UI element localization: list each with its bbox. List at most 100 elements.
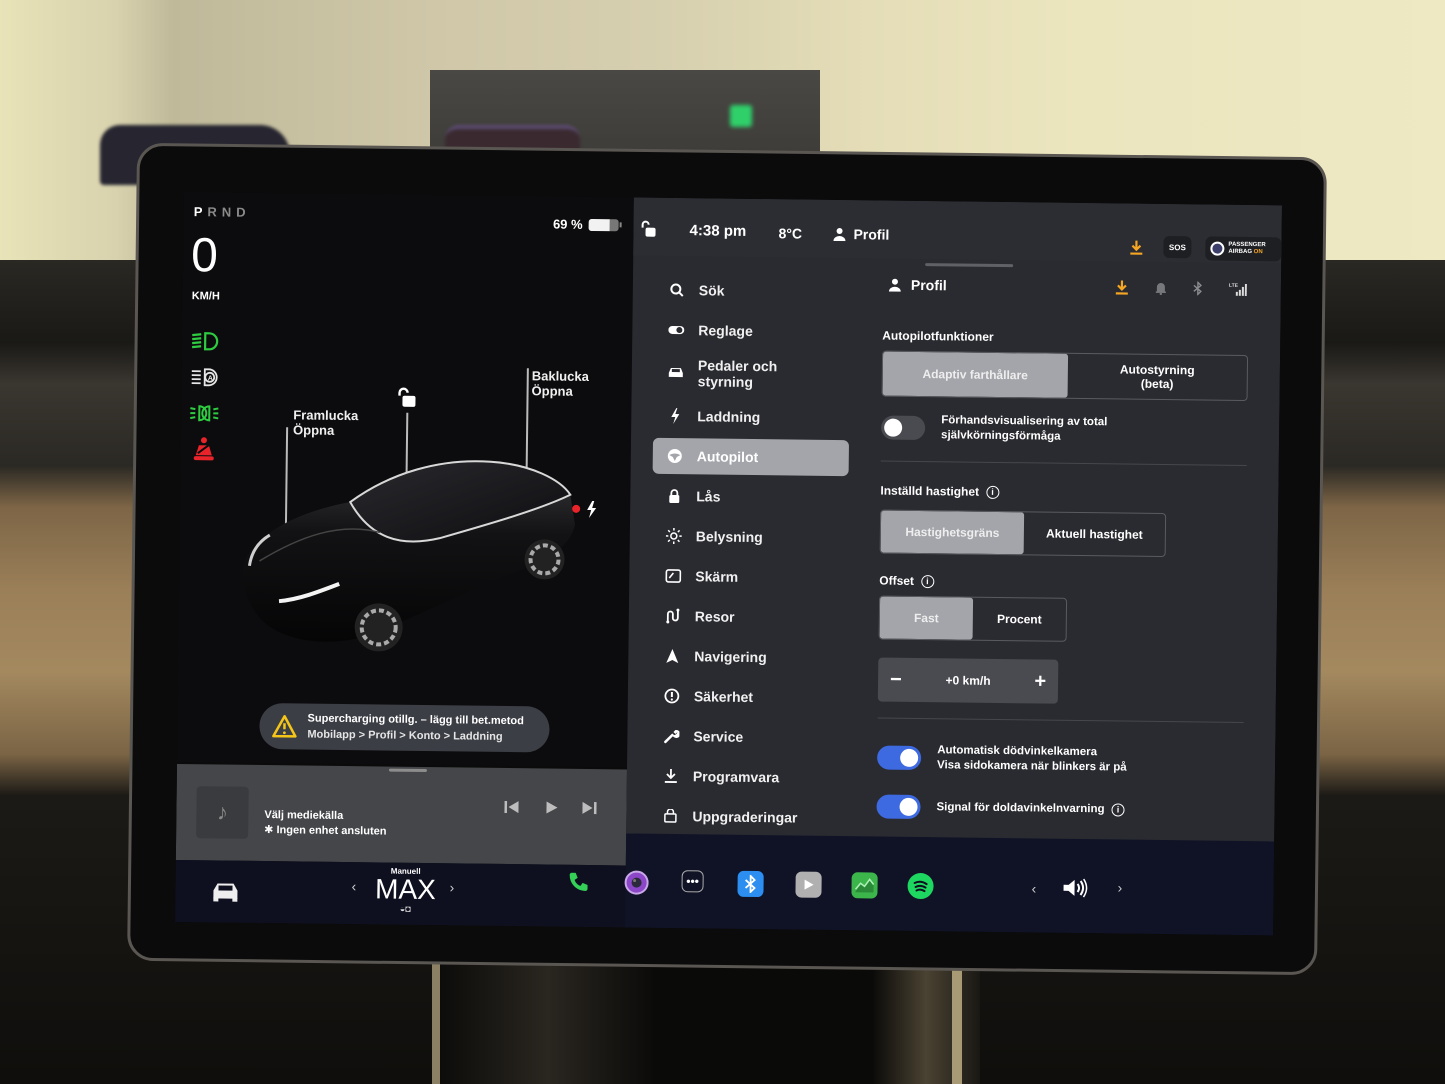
car-status-panel: PRND 0 KM/H 69 % A Framlucka Öppna Baklu… [177, 192, 634, 768]
blind-spot-camera-toggle[interactable] [876, 745, 922, 771]
unlocked-padlock-icon[interactable] [395, 387, 417, 414]
volume-up-button[interactable]: › [1117, 879, 1122, 895]
autosteer-option[interactable]: Autostyrning (beta) [1067, 354, 1247, 400]
adaptive-cruise-option[interactable]: Adaptiv farthållare [882, 351, 1068, 398]
nav-item-säkerhet[interactable]: Säkerhet [650, 678, 846, 716]
speed-limit-option[interactable]: Hastighetsgräns [880, 510, 1025, 555]
info-icon[interactable]: i [1111, 802, 1125, 817]
percent-offset-option[interactable]: Procent [973, 598, 1067, 641]
shopping-bag-icon [662, 808, 678, 824]
svg-text:A: A [208, 375, 213, 382]
previous-track-button[interactable] [502, 798, 520, 821]
more-apps-icon[interactable]: ••• [681, 870, 704, 893]
background-exit-sign [730, 105, 752, 127]
media-drawer-handle[interactable] [388, 768, 427, 773]
trunk-open-button[interactable]: Öppna [532, 383, 589, 399]
nav-item-label: Sök [698, 282, 725, 299]
bell-icon[interactable] [1155, 281, 1167, 296]
clock: 4:38 pm [689, 222, 747, 240]
nav-item-belysning[interactable]: Belysning [652, 518, 848, 556]
blind-spot-chime-toggle[interactable] [876, 794, 921, 820]
offset-value: +0 km/h [945, 673, 991, 688]
profile-button[interactable]: Profil [833, 226, 889, 243]
airbag-line2: AIRBAG [1228, 248, 1253, 256]
frunk-open-button[interactable]: Öppna [293, 422, 358, 438]
media-source-title[interactable]: Välj mediekälla [264, 809, 343, 822]
profile-label: Profil [853, 226, 890, 243]
climate-next-button[interactable]: › [449, 879, 454, 895]
autopilot-features-title-text: Autopilotfunktioner [882, 328, 994, 344]
increase-offset-button[interactable]: + [1034, 670, 1046, 693]
sos-button[interactable]: SOS [1163, 235, 1192, 259]
fsd-preview-toggle[interactable] [881, 415, 926, 441]
phone-app-icon[interactable] [565, 869, 591, 895]
autopilot-features-selector: Adaptiv farthållare Autostyrning (beta) [881, 350, 1249, 402]
next-track-button[interactable] [580, 799, 598, 822]
music-note-icon: ♪ [196, 786, 249, 839]
nav-item-programvara[interactable]: Programvara [649, 758, 845, 796]
download-icon [663, 768, 679, 784]
bluetooth-icon: ✱ [264, 824, 277, 837]
stocks-app-icon[interactable] [851, 872, 878, 899]
nav-item-service[interactable]: Service [649, 718, 845, 756]
nav-item-autopilot[interactable]: Autopilot [652, 437, 850, 477]
media-connection-status: ✱ Ingen enhet ansluten [264, 823, 386, 837]
nav-item-sök[interactable]: Sök [655, 272, 851, 310]
theater-app-icon[interactable] [795, 871, 822, 898]
sos-label: SOS [1168, 242, 1186, 252]
nav-item-skärm[interactable]: Skärm [651, 558, 847, 596]
nav-item-reglage[interactable]: Reglage [654, 312, 850, 350]
nav-item-label: Uppgraderingar [692, 808, 798, 826]
current-speed-option[interactable]: Aktuell hastighet [1024, 512, 1166, 556]
nav-item-resor[interactable]: Resor [651, 598, 847, 636]
unlocked-padlock-icon[interactable] [639, 220, 657, 243]
bluetooth-icon[interactable] [1193, 281, 1203, 296]
play-button[interactable] [542, 798, 560, 821]
low-beam-headlight-icon [190, 330, 220, 352]
nav-item-lås[interactable]: Lås [652, 478, 848, 516]
decrease-offset-button[interactable]: − [890, 668, 902, 691]
header-icons: LTE [1115, 279, 1247, 297]
next-icon [582, 801, 597, 815]
nav-item-label: Belysning [695, 528, 763, 546]
trunk-label[interactable]: Baklucka Öppna [532, 368, 589, 399]
info-icon[interactable]: i [920, 574, 935, 588]
supercharging-notice[interactable]: Supercharging otillg. – lägg till bet.me… [259, 702, 550, 753]
nav-item-label: Laddning [697, 408, 761, 426]
settings-panel: 4:38 pm 8°C Profil SOS PASSENGER AIRBAG O… [626, 197, 1282, 856]
download-icon[interactable] [1115, 279, 1129, 295]
volume-button[interactable] [1061, 877, 1089, 904]
nav-item-uppgraderingar[interactable]: Uppgraderingar [648, 798, 844, 836]
settings-nav: Sök Reglage Pedaler och styrning Laddning Au… [648, 272, 851, 840]
info-icon[interactable]: i [986, 485, 1000, 499]
toggle-knob [899, 797, 918, 817]
spotify-app-icon[interactable] [907, 872, 934, 900]
bolt-icon [667, 408, 683, 424]
frunk-label[interactable]: Framlucka Öppna [293, 407, 358, 438]
charge-port-indicator [572, 504, 581, 513]
speed-unit: KM/H [191, 290, 220, 303]
dock-background [625, 833, 1275, 936]
set-speed-title-text: Inställd hastighet [880, 483, 980, 499]
display-icon [665, 568, 682, 584]
set-speed-title: Inställd hastighet i [880, 484, 1250, 503]
nav-item-pedaler-och-styrning[interactable]: Pedaler och styrning [654, 352, 850, 396]
blind-spot-chime-title: Signal för doldavinkelnvarning [936, 800, 1105, 815]
settings-drawer-handle[interactable] [925, 263, 1014, 268]
camera-app-icon[interactable] [623, 869, 649, 895]
nav-item-label: Service [693, 728, 744, 745]
download-icon[interactable] [1129, 240, 1143, 261]
climate-control[interactable]: Manuell MAX ◒◘ [355, 866, 456, 914]
fixed-offset-option[interactable]: Fast [879, 596, 974, 640]
volume-down-button[interactable]: ‹ [1031, 880, 1036, 896]
nav-item-navigering[interactable]: Navigering [650, 638, 846, 676]
offset-stepper: − +0 km/h + [877, 657, 1059, 704]
nav-item-laddning[interactable]: Laddning [653, 398, 849, 436]
autopilot-settings: Profil LTE Autopilotfunktioner Adaptiv f… [876, 275, 1253, 823]
touchscreen: PRND 0 KM/H 69 % A Framlucka Öppna Baklu… [175, 192, 1282, 936]
passenger-airbag-status: PASSENGER AIRBAG ON [1205, 236, 1282, 262]
bluetooth-app-icon[interactable] [737, 870, 764, 898]
nav-item-label: Reglage [698, 322, 753, 339]
previous-icon [504, 800, 519, 814]
car-controls-button[interactable] [209, 880, 241, 907]
